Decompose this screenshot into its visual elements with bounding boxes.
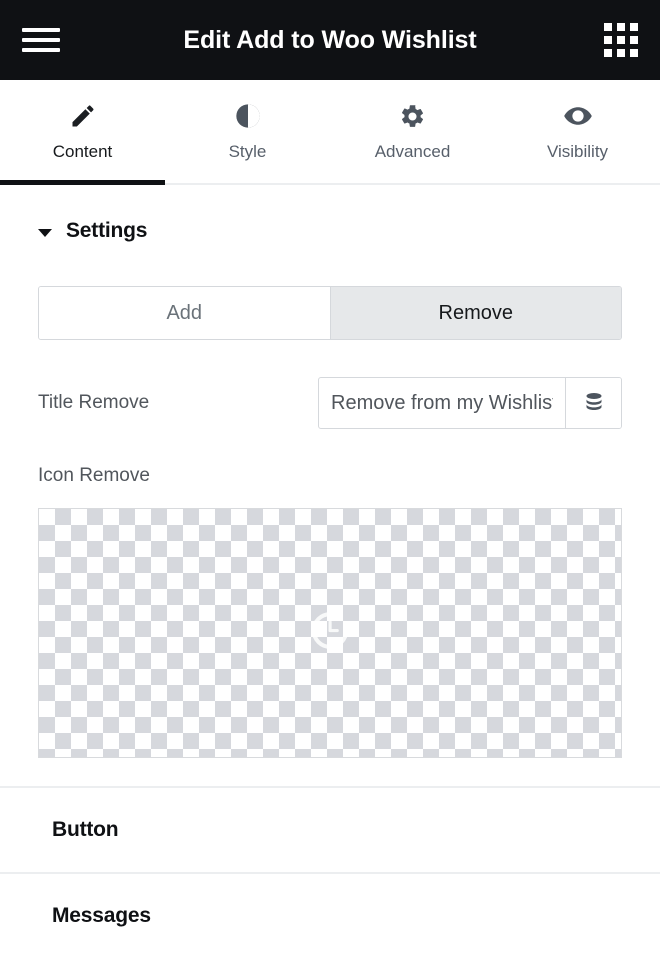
choice-remove[interactable]: Remove [329,287,621,339]
hamburger-bar [22,48,60,52]
chevron-down-icon [38,228,52,237]
tab-content-label: Content [52,142,113,161]
hamburger-bar [22,28,60,32]
section-header-settings[interactable]: Settings [0,185,660,243]
page-title: Edit Add to Woo Wishlist [183,25,477,54]
content-panel: Settings Add Remove Title Remove Remove … [0,185,660,958]
add-remove-toggle-group: Add Remove [38,286,622,340]
control-block-icon-remove: Icon Remove [38,465,622,758]
app-topbar: Edit Add to Woo Wishlist [0,0,660,80]
tab-style-label: Style [228,142,267,161]
tab-style[interactable]: Style [165,80,330,183]
tab-visibility-label: Visibility [546,142,609,161]
pencil-icon [69,101,97,131]
hamburger-menu-icon[interactable] [22,25,60,55]
section-title-messages: Messages [52,904,151,927]
gear-icon [399,101,426,131]
title-remove-field [318,377,622,429]
database-icon[interactable] [565,378,621,428]
section-title-settings: Settings [66,219,148,242]
section-title-button: Button [52,818,119,841]
section-header-messages[interactable]: Messages [0,874,660,958]
tab-content[interactable]: Content [0,80,165,185]
tab-advanced[interactable]: Advanced [330,80,495,183]
tab-advanced-label: Advanced [374,142,451,161]
editor-tabs: Content Style Advanced Visibility [0,80,660,185]
grid-apps-icon[interactable] [604,23,638,57]
icon-remove-label: Icon Remove [38,465,150,486]
icon-remove-media-preview[interactable] [38,508,622,758]
choice-add[interactable]: Add [39,287,330,339]
tab-visibility[interactable]: Visibility [495,80,660,183]
section-header-button[interactable]: Button [0,788,660,872]
contrast-icon [234,101,262,131]
title-remove-input[interactable] [319,378,565,428]
control-row-title-remove: Title Remove [38,377,622,429]
section-bottom-spacer [38,758,622,786]
hamburger-bar [22,38,60,42]
clock-spinner-icon [308,609,352,658]
title-remove-label: Title Remove [38,392,150,413]
section-body-settings: Add Remove Title Remove Icon Remove [0,286,660,786]
eye-icon [563,101,593,131]
